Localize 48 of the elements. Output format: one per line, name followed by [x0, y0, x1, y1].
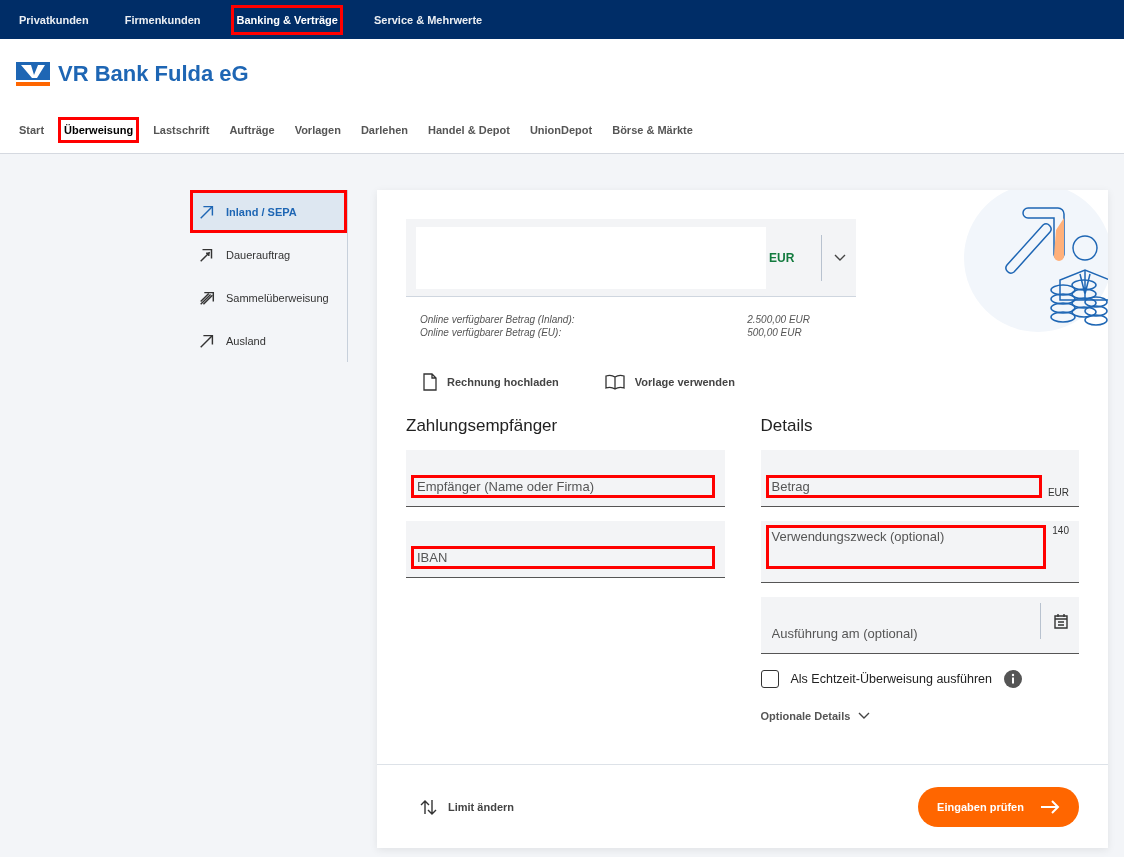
- logo-text: VR Bank Fulda eG: [58, 61, 249, 87]
- nav-tab[interactable]: Börse & Märkte: [606, 117, 699, 143]
- action-link[interactable]: Vorlage verwenden: [604, 373, 735, 391]
- nav-tab[interactable]: UnionDepot: [523, 117, 599, 143]
- checkbox[interactable]: [760, 670, 779, 688]
- date-input[interactable]: Ausführung am (optional): [765, 622, 1034, 645]
- limit-link[interactable]: Limit ändern: [420, 797, 514, 816]
- balance-value: 500,00 EUR: [747, 327, 803, 338]
- expand-toggle[interactable]: Optionale Details: [760, 710, 1079, 722]
- input-field[interactable]: Betrag: [765, 475, 1042, 498]
- nav-tab[interactable]: Aufträge: [223, 117, 281, 143]
- nav-tab[interactable]: Start: [13, 117, 51, 143]
- nav-tab[interactable]: Handel & Depot: [421, 117, 516, 143]
- nav-tab[interactable]: Vorlagen: [288, 117, 347, 143]
- balance-label: Online verfügbarer Betrag (EU):: [420, 327, 563, 338]
- calendar-icon[interactable]: [1053, 613, 1069, 629]
- nav-link[interactable]: Firmenkunden: [119, 4, 206, 35]
- currency-label: EUR: [1047, 487, 1069, 498]
- section-title: Details: [760, 416, 814, 436]
- balance-label: Online verfügbarer Betrag (Inland):: [420, 314, 576, 325]
- nav-tab[interactable]: Darlehen: [354, 117, 414, 143]
- input-field[interactable]: Empfänger (Name oder Firma): [411, 475, 715, 498]
- chevron-icon: [858, 712, 871, 720]
- date-field[interactable]: Ausführung am (optional): [760, 597, 1079, 654]
- book-icon: [604, 374, 625, 390]
- arrow-right-icon: [1039, 799, 1060, 814]
- sidebar-item[interactable]: Dauerauftrag: [190, 233, 347, 276]
- action-link[interactable]: Rechnung hochladen: [423, 373, 559, 391]
- nav-link[interactable]: Banking & Verträge: [231, 4, 343, 35]
- sidebar-item[interactable]: Ausland: [190, 319, 347, 362]
- info-icon[interactable]: [1004, 670, 1022, 688]
- nav-link[interactable]: Privatkunden: [14, 4, 94, 35]
- text-area[interactable]: Verwendungszweck (optional): [765, 525, 1047, 569]
- input-field[interactable]: IBAN: [411, 546, 715, 569]
- document-icon: [423, 373, 437, 391]
- nav-link[interactable]: Service & Mehrwerte: [368, 4, 488, 35]
- sidebar-item[interactable]: Inland / SEPA: [190, 190, 347, 233]
- nav-tab[interactable]: Lastschrift: [147, 117, 216, 143]
- account-selector[interactable]: EUR: [406, 219, 856, 297]
- balance-value: 2.500,00 EUR: [747, 314, 810, 325]
- logo-icon: [16, 62, 50, 86]
- chevron-down-icon: [834, 253, 846, 262]
- up-down-arrows-icon: [420, 797, 438, 816]
- sidebar-item[interactable]: Sammelüberweisung: [190, 276, 347, 319]
- section-title: Zahlungsempfänger: [406, 416, 559, 436]
- character-counter: 140: [1052, 525, 1069, 536]
- nav-tab[interactable]: Überweisung: [58, 117, 140, 143]
- checkbox-label: Als Echtzeit-Überweisung ausführen: [790, 672, 992, 686]
